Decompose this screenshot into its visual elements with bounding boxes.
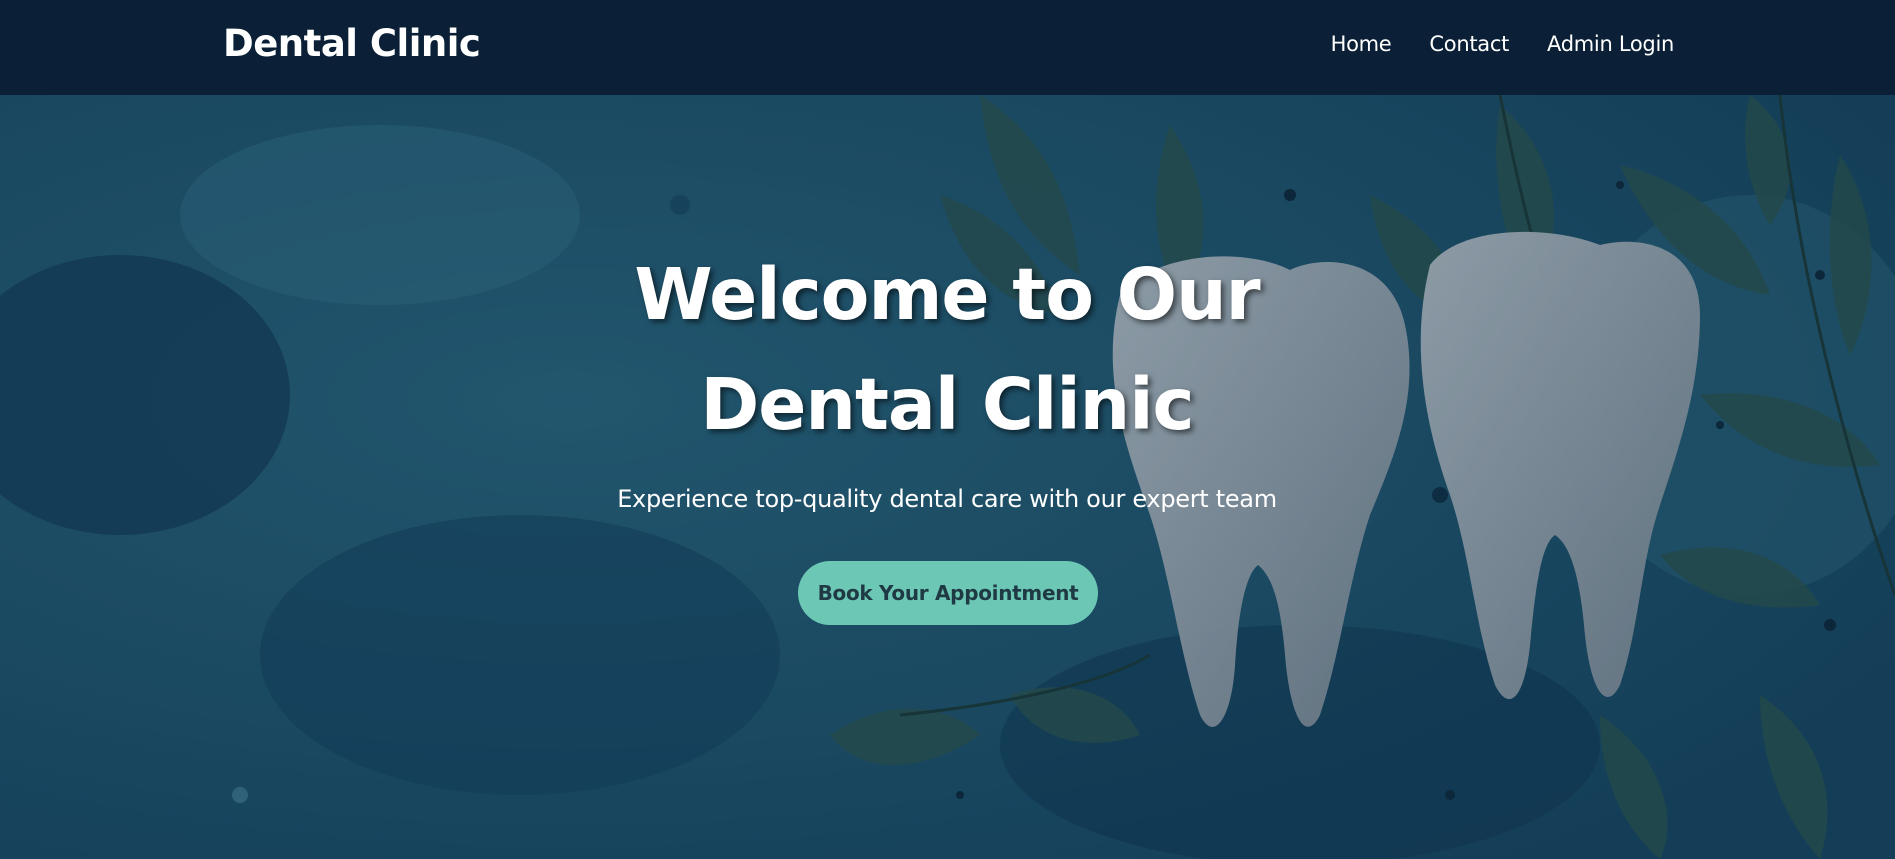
brand-logo[interactable]: Dental Clinic xyxy=(223,22,481,65)
navbar: Dental Clinic Home Contact Admin Login xyxy=(0,0,1895,95)
nav-link-home[interactable]: Home xyxy=(1331,32,1392,56)
hero-title: Welcome to Our Dental Clinic xyxy=(634,253,1260,446)
nav-link-admin-login[interactable]: Admin Login xyxy=(1547,32,1674,56)
hero-subtitle: Experience top-quality dental care with … xyxy=(617,485,1277,513)
nav-link-contact[interactable]: Contact xyxy=(1429,32,1509,56)
hero-section: Welcome to Our Dental Clinic Experience … xyxy=(0,95,1895,859)
nav-links: Home Contact Admin Login xyxy=(1331,32,1675,56)
book-appointment-button[interactable]: Book Your Appointment xyxy=(798,561,1098,625)
hero-content: Welcome to Our Dental Clinic Experience … xyxy=(0,95,1895,859)
